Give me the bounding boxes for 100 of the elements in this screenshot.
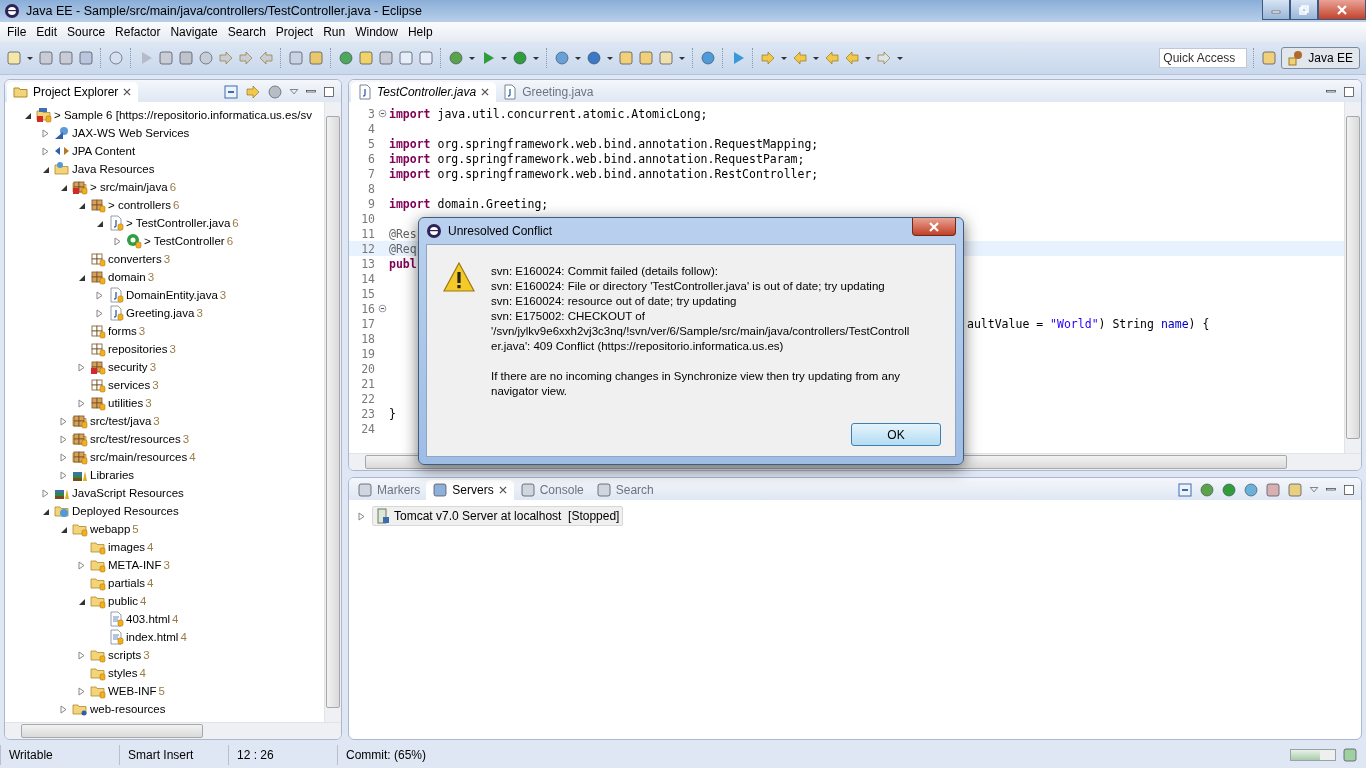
progress-text: Commit: (65%) [337,745,556,765]
tree-item[interactable]: WEB-INF 5 [5,682,324,700]
perspective-button[interactable]: Java EE [1281,47,1360,69]
terminate-icon[interactable] [178,50,194,66]
change-count: 3 [196,307,203,319]
tree-item[interactable]: forms 3 [5,322,324,340]
change-count: 6 [226,235,234,247]
tree-item[interactable]: > Sample 6 [https://repositorio.informatica.us.es/sv [5,106,324,124]
tree-item[interactable]: repositories 3 [5,340,324,358]
tree-item-label: converters [108,253,162,265]
quick-access-field[interactable]: Quick Access [1159,48,1248,68]
java-file-icon [108,215,124,231]
tree-item[interactable]: > src/main/java 6 [5,178,324,196]
maximize-icon[interactable] [1343,484,1355,496]
tree-item[interactable]: security 3 [5,358,324,376]
view-tab[interactable]: Project Explorer [7,82,139,102]
restore-button[interactable] [1290,0,1318,20]
tree-item[interactable]: src/test/resources 3 [5,430,324,448]
tree-item[interactable]: scripts 3 [5,646,324,664]
menu-item[interactable]: File [2,25,32,39]
tree-item[interactable]: src/test/java 3 [5,412,324,430]
link-editor-icon[interactable] [245,84,261,100]
suspend-icon[interactable] [158,50,174,66]
close-icon[interactable] [497,485,508,495]
view-tab[interactable]: Search [589,480,660,500]
tree-item[interactable]: > controllers 6 [5,196,324,214]
progress-view-icon[interactable] [1342,747,1358,763]
tree-item[interactable]: partials 4 [5,574,324,592]
collapsed-arrow-icon[interactable] [113,236,122,246]
tree-item[interactable]: META-INF 3 [5,556,324,574]
collapsed-arrow-icon[interactable] [77,650,86,660]
collapsed-arrow-icon[interactable] [357,511,366,521]
collapse-all-icon[interactable] [223,84,239,100]
maximize-icon[interactable] [323,86,335,98]
vertical-scrollbar[interactable] [324,102,341,722]
stop-icon[interactable] [1265,482,1281,498]
ok-button[interactable]: OK [851,423,941,446]
tree-item[interactable]: domain 3 [5,268,324,286]
view-tab[interactable]: Markers [351,480,427,500]
view-menu-icon[interactable] [289,87,299,97]
tree-item[interactable]: JavaScript Resources [5,484,324,502]
tree-item[interactable]: src/main/resources 4 [5,448,324,466]
collapsed-arrow-icon[interactable] [77,560,86,570]
close-button[interactable] [1318,0,1366,20]
menu-item[interactable]: Refactor [110,25,166,39]
tree-item[interactable]: Deployed Resources [5,502,324,520]
fold-icon[interactable] [377,109,387,118]
tree-item[interactable]: services 3 [5,376,324,394]
minimize-button[interactable] [1262,0,1290,20]
menu-item[interactable]: Run [318,25,351,39]
collapsed-arrow-icon[interactable] [77,362,86,372]
tree-item[interactable]: web-resources [5,700,324,718]
step-return-icon[interactable] [258,50,274,66]
tree-item[interactable]: DomainEntity.java 3 [5,286,324,304]
menu-item[interactable]: Navigate [165,25,223,39]
step-over-icon[interactable] [238,50,254,66]
tree-item[interactable]: webapp 5 [5,520,324,538]
menu-item[interactable]: Project [270,25,319,39]
source-folder-icon [72,179,88,195]
tree-item[interactable]: JPA Content [5,142,324,160]
tree-item[interactable]: JAX-WS Web Services [5,124,324,142]
maximize-icon[interactable] [1343,86,1355,98]
collapse-all-icon[interactable] [1177,482,1193,498]
close-icon[interactable] [480,87,491,97]
close-icon[interactable] [122,87,133,97]
view-menu-icon[interactable] [1309,485,1319,495]
start-icon[interactable] [1221,482,1237,498]
tree-item-label: repositories [108,343,168,355]
close-button[interactable] [912,218,956,236]
fold-icon[interactable] [377,304,387,313]
tree-item[interactable]: > TestController.java 6 [5,214,324,232]
tree-item[interactable]: images 4 [5,538,324,556]
tree-item[interactable]: styles 4 [5,664,324,682]
server-icon [376,508,390,524]
tree-item[interactable]: utilities 3 [5,394,324,412]
globe-icon[interactable] [700,50,716,66]
tree-item[interactable]: public 4 [5,592,324,610]
tree-item[interactable]: 403.html 4 [5,610,324,628]
menu-item[interactable]: Window [350,25,403,39]
tree-item[interactable]: index.html 4 [5,628,324,646]
vertical-scrollbar[interactable] [1344,102,1361,453]
change-count: 6 [232,217,239,229]
view-tab[interactable]: Console [513,480,590,500]
tree-item[interactable]: > TestController 6 [5,232,324,250]
tree-item[interactable]: Java Resources [5,160,324,178]
line-number: 14 [360,271,375,286]
horizontal-scrollbar[interactable] [5,722,341,739]
tree-item[interactable]: converters 3 [5,250,324,268]
menu-item[interactable]: Search [222,25,271,39]
tree-item[interactable]: Greeting.java 3 [5,304,324,322]
tree-item[interactable]: Libraries [5,466,324,484]
server-item[interactable]: Tomcat v7.0 Server at localhost [Stopped] [372,506,624,526]
step-into-icon[interactable] [218,50,234,66]
tree-item-label: > src/main/java [90,181,168,193]
editor-tab[interactable]: Greeting.java [496,82,600,102]
view-tab[interactable]: Servers [426,480,514,500]
editor-tab[interactable]: TestController.java [351,82,497,102]
menu-item[interactable]: Source [62,25,111,39]
menu-item[interactable]: Help [402,25,438,39]
menu-item[interactable]: Edit [31,25,63,39]
